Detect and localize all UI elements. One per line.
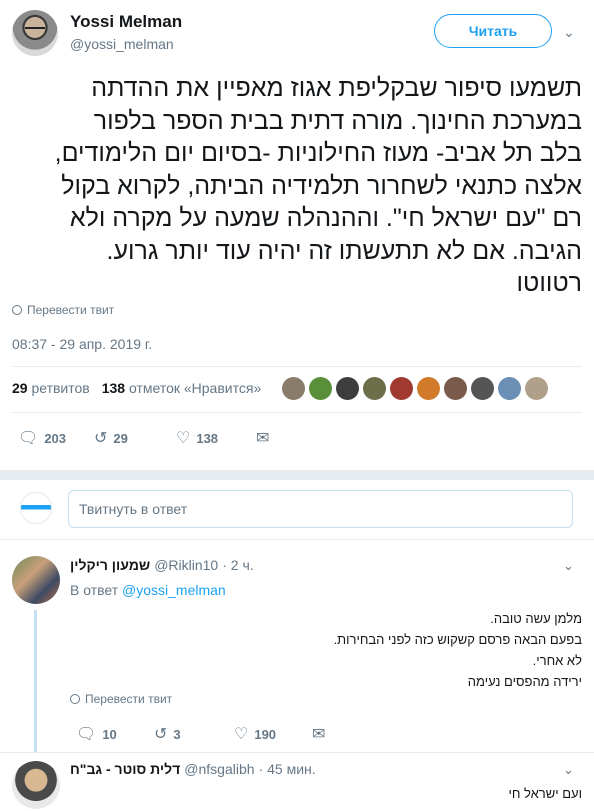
- retweet-icon: ↺: [94, 430, 108, 447]
- reply-tweet[interactable]: דלית סוטר - גב"ח @nfsgalibh · 45 мин. ⌄ …: [0, 753, 594, 811]
- reply-text: מלמן עשה טובה. בפעם הבאה פרסם קשקוש כזה …: [82, 608, 582, 692]
- tweet-text: תשמעו סיפור שבקליפת אגוז מאפיין את ההדתה…: [12, 72, 582, 300]
- translate-label: Перевести твит: [85, 692, 173, 706]
- reply-header: שמעון ריקלין @Riklin10 · 2 ч.: [70, 557, 254, 573]
- liker-avatar[interactable]: [444, 377, 467, 400]
- reply-button[interactable]: 🗨 203: [18, 428, 66, 448]
- retweets-stat[interactable]: 29 ретвитов: [12, 380, 90, 396]
- tweet-line: במערכת החינוך. מורה דתית בבית הספר בלפור: [93, 106, 582, 135]
- retweet-icon: ↺: [154, 726, 168, 743]
- avatar-glasses-detail: [25, 27, 45, 33]
- tweet-line: רטווטו: [516, 269, 582, 297]
- liker-avatar[interactable]: [282, 377, 305, 400]
- reply-input[interactable]: [68, 490, 573, 528]
- heart-icon: ♡: [234, 726, 249, 743]
- in-reply-handle[interactable]: @yossi_melman: [122, 582, 226, 598]
- tweet-line: הגיבה. אם לא תתעשתו זה יהיה עוד יותר גרו…: [106, 236, 582, 265]
- reply-avatar[interactable]: [12, 556, 60, 604]
- author-name[interactable]: Yossi Melman: [70, 12, 182, 32]
- reply-author-handle[interactable]: @Riklin10: [154, 557, 218, 573]
- likes-count: 138: [101, 380, 126, 396]
- heart-icon: ♡: [176, 430, 191, 447]
- envelope-icon: ✉: [256, 430, 270, 447]
- reply-avatar[interactable]: [12, 761, 60, 809]
- tweet-actions: 🗨 203 ↺ 29 ♡ 138 ✉: [0, 428, 594, 448]
- reply-compose: [0, 480, 594, 540]
- author-avatar[interactable]: [12, 10, 58, 56]
- tweet-stats: 29 ретвитов 138 отметок «Нравится»: [12, 380, 261, 396]
- retweet-count: 3: [173, 726, 181, 742]
- chevron-down-icon[interactable]: ⌄: [563, 558, 574, 574]
- tweet-timestamp[interactable]: 08:37 - 29 апр. 2019 г.: [12, 336, 152, 352]
- retweet-count: 29: [113, 430, 128, 446]
- reply-author-handle[interactable]: @nfsgalibh: [184, 761, 254, 777]
- globe-icon: [70, 694, 80, 704]
- translate-tweet-link[interactable]: Перевести твит: [70, 692, 172, 706]
- tweet-line: רם "עם ישראל חי". וההנהלה שמעה על מקרה ו…: [69, 204, 582, 232]
- retweet-button[interactable]: ↺ 3: [154, 724, 181, 744]
- direct-message-button[interactable]: ✉: [312, 724, 325, 744]
- in-reply-prefix: В ответ: [70, 582, 119, 598]
- likes-stat[interactable]: 138 отметок «Нравится»: [102, 380, 262, 396]
- translate-tweet-link[interactable]: Перевести твит: [12, 303, 114, 317]
- reply-author-name[interactable]: שמעון ריקלין: [70, 557, 150, 573]
- reply-line: מלמן עשה טובה.: [490, 611, 582, 626]
- envelope-icon: ✉: [312, 726, 326, 743]
- author-handle[interactable]: @yossi_melman: [70, 36, 174, 52]
- current-user-avatar: [20, 492, 52, 524]
- section-separator: [0, 470, 594, 480]
- reply-header: דלית סוטר - גב"ח @nfsgalibh · 45 мин.: [70, 761, 316, 777]
- liker-avatar[interactable]: [525, 377, 548, 400]
- divider: [12, 366, 582, 367]
- retweets-label: ретвитов: [31, 380, 90, 396]
- liker-avatar[interactable]: [417, 377, 440, 400]
- follow-button[interactable]: Читать: [434, 14, 552, 48]
- direct-message-button[interactable]: ✉: [256, 428, 269, 448]
- reply-count: 203: [44, 430, 67, 446]
- reply-line: ירידה מהפסים נעימה: [467, 674, 582, 689]
- liker-avatar[interactable]: [390, 377, 413, 400]
- reply-text: ועם ישראל חי: [82, 783, 582, 804]
- reply-time[interactable]: · 45 мин.: [259, 761, 316, 777]
- like-count: 190: [254, 726, 277, 742]
- reply-tweet[interactable]: שמעון ריקלין @Riklin10 · 2 ч. ⌄ В ответ …: [0, 540, 594, 752]
- translate-label: Перевести твит: [27, 303, 115, 317]
- tweet-line: אלצה כתנאי לשחרור תלמידיה הביתה, לקרוא ב…: [61, 171, 582, 200]
- chevron-down-icon[interactable]: ⌄: [563, 24, 575, 41]
- liker-avatar[interactable]: [309, 377, 332, 400]
- reply-icon: 🗨: [76, 726, 97, 743]
- like-count: 138: [196, 430, 219, 446]
- reply-line: לא אחרי.: [532, 653, 582, 668]
- reply-count: 10: [102, 726, 117, 742]
- retweet-button[interactable]: ↺ 29: [94, 428, 128, 448]
- tweet-line: בלב תל אביב- מעוז החילוניות -בסיום יום ה…: [54, 139, 582, 167]
- retweets-count: 29: [12, 380, 28, 396]
- in-reply-to: В ответ @yossi_melman: [70, 582, 226, 598]
- chevron-down-icon[interactable]: ⌄: [563, 762, 574, 778]
- reply-line: בפעם הבאה פרסם קשקוש כזה לפני הבחירות.: [333, 632, 582, 647]
- reply-icon: 🗨: [18, 430, 39, 447]
- liker-avatar[interactable]: [471, 377, 494, 400]
- reply-line: ועם ישראל חי: [508, 786, 582, 801]
- reply-author-name[interactable]: דלית סוטר - גב"ח: [70, 761, 180, 777]
- divider: [12, 412, 582, 413]
- like-button[interactable]: ♡ 190: [234, 724, 276, 744]
- likers-avatars: [282, 377, 548, 400]
- likes-label: отметок «Нравится»: [128, 380, 262, 396]
- liker-avatar[interactable]: [336, 377, 359, 400]
- reply-time[interactable]: · 2 ч.: [222, 557, 253, 573]
- tweet-line: תשמעו סיפור שבקליפת אגוז מאפיין את ההדתה: [91, 74, 582, 102]
- like-button[interactable]: ♡ 138: [176, 428, 218, 448]
- liker-avatar[interactable]: [498, 377, 521, 400]
- liker-avatar[interactable]: [363, 377, 386, 400]
- reply-button[interactable]: 🗨 10: [76, 724, 117, 744]
- globe-icon: [12, 305, 22, 315]
- thread-line: [34, 610, 37, 752]
